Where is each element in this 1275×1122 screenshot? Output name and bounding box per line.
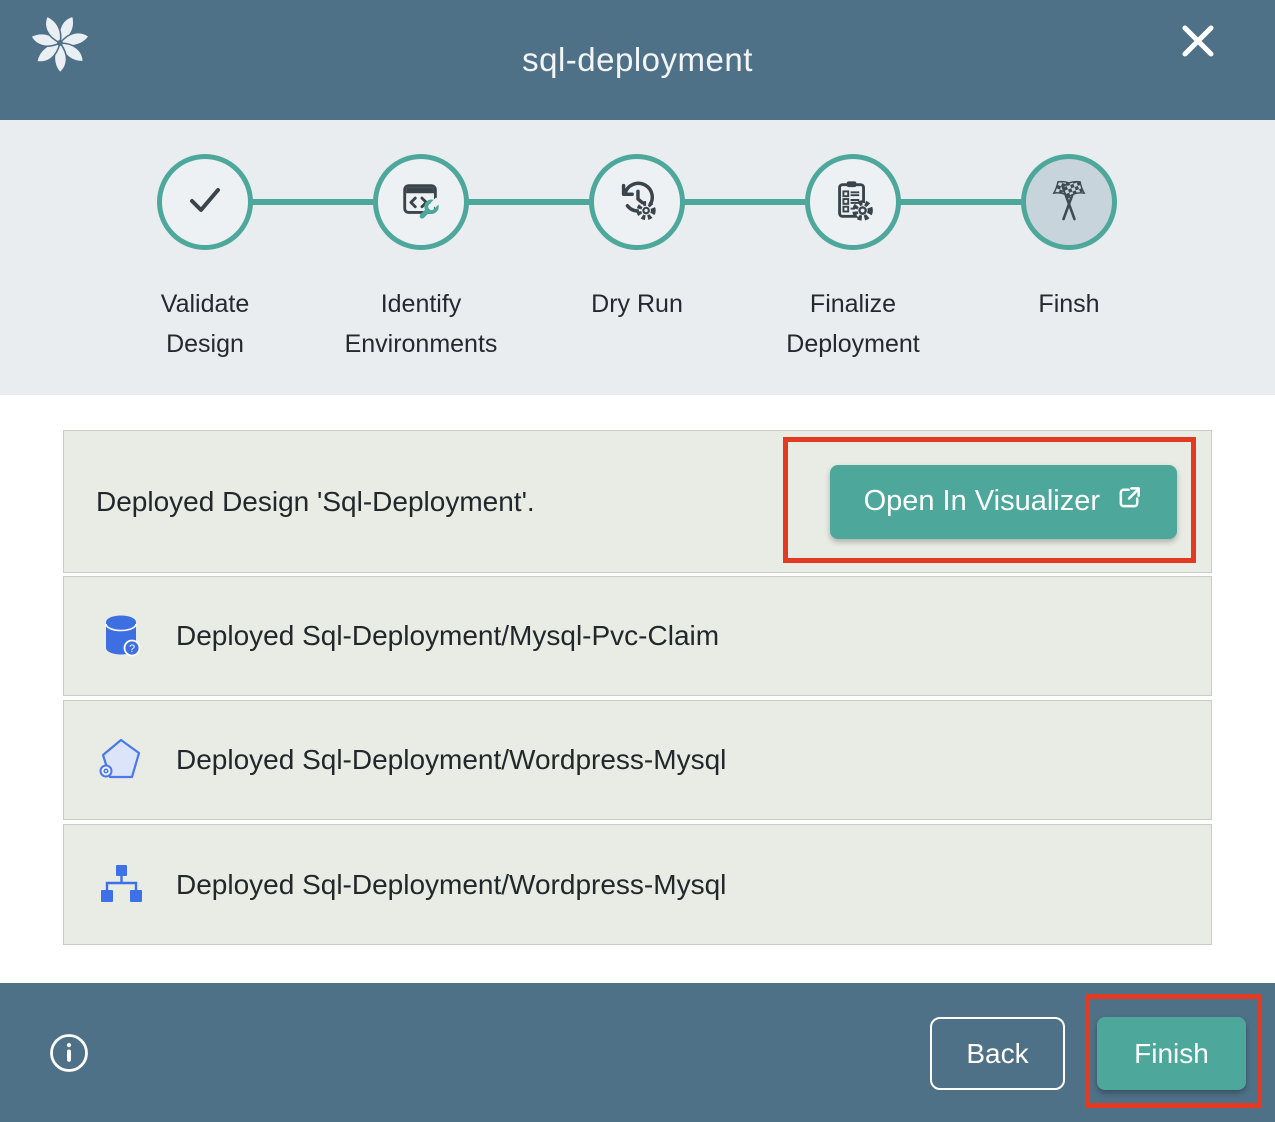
meshery-swirl-logo-icon — [28, 11, 92, 75]
deployed-item-text: Deployed Sql-Deployment/Wordpress-Mysql — [176, 744, 726, 776]
close-icon[interactable] — [1177, 20, 1219, 62]
step-label: Dry Run — [552, 284, 722, 324]
step-circle-identify-environments — [373, 154, 469, 250]
step-circle-finalize-deployment — [805, 154, 901, 250]
check-icon — [181, 176, 229, 229]
step-dry-run: Dry Run — [552, 154, 722, 324]
deployed-item-row: Deployed Sql-Deployment/Wordpress-Mysql — [63, 824, 1212, 945]
step-circle-validate-design — [157, 154, 253, 250]
step-finish: Finsh — [984, 154, 1154, 324]
open-in-visualizer-button[interactable]: Open In Visualizer — [830, 465, 1177, 539]
open-in-new-icon — [1116, 484, 1143, 519]
step-label: Finalize Deployment — [768, 284, 938, 364]
step-identify-environments: Identify Environments — [336, 154, 506, 364]
modal-header: sql-deployment — [0, 0, 1275, 120]
step-validate-design: Validate Design — [120, 154, 290, 364]
modal-footer: Back Finish — [0, 983, 1275, 1122]
deployment-summary-row: Deployed Design 'Sql-Deployment'. Open I… — [63, 430, 1212, 573]
back-button[interactable]: Back — [930, 1017, 1065, 1090]
step-circle-dry-run — [589, 154, 685, 250]
deployed-item-text: Deployed Sql-Deployment/Mysql-Pvc-Claim — [176, 620, 719, 652]
open-in-visualizer-label: Open In Visualizer — [864, 485, 1100, 518]
step-label: Identify Environments — [336, 284, 506, 364]
code-tools-icon — [398, 177, 444, 228]
topology-icon — [96, 860, 146, 910]
modal-title: sql-deployment — [522, 41, 753, 79]
deployed-item-row: ? Deployed Sql-Deployment/Mysql-Pvc-Clai… — [63, 576, 1212, 696]
deployed-item-text: Deployed Sql-Deployment/Wordpress-Mysql — [176, 869, 726, 901]
info-icon[interactable] — [48, 1032, 90, 1074]
finish-flags-icon — [1045, 176, 1093, 229]
finish-button[interactable]: Finish — [1097, 1017, 1246, 1090]
step-finalize-deployment: Finalize Deployment — [768, 154, 938, 364]
step-circle-finish — [1021, 154, 1117, 250]
wizard-stepper: Validate Design Ide — [0, 120, 1275, 395]
svg-text:?: ? — [129, 643, 135, 655]
deployment-summary-text: Deployed Design 'Sql-Deployment'. — [96, 486, 535, 518]
deployment-wizard-modal: sql-deployment Validate Design — [0, 0, 1275, 1122]
pod-pentagon-icon — [96, 735, 146, 785]
dry-run-history-gear-icon — [614, 177, 660, 228]
clipboard-gear-icon — [830, 177, 876, 228]
database-icon: ? — [96, 611, 146, 661]
step-label: Validate Design — [120, 284, 290, 364]
deployed-item-row: Deployed Sql-Deployment/Wordpress-Mysql — [63, 700, 1212, 820]
step-label: Finsh — [984, 284, 1154, 324]
